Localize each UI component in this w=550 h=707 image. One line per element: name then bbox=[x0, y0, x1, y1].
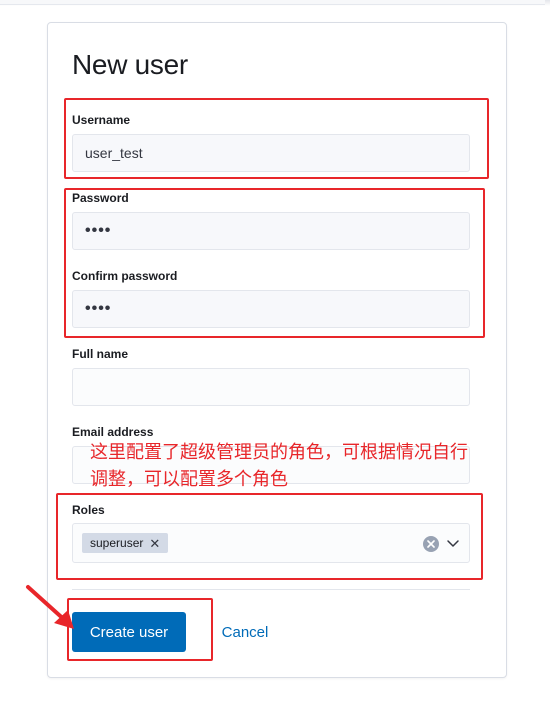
top-bar-edge bbox=[0, 0, 550, 6]
highlight-username bbox=[64, 98, 489, 179]
highlight-password bbox=[64, 188, 485, 338]
full-name-label: Full name bbox=[72, 347, 129, 361]
highlight-create bbox=[67, 598, 213, 661]
form-divider bbox=[72, 589, 470, 590]
annotation-text: 这里配置了超级管理员的角色，可根据情况自行调整，可以配置多个角色 bbox=[90, 442, 468, 490]
cancel-button[interactable]: Cancel bbox=[213, 612, 277, 652]
full-name-input[interactable] bbox=[72, 368, 470, 406]
page-title: New user bbox=[72, 49, 188, 80]
email-label: Email address bbox=[72, 425, 154, 439]
arrow-icon bbox=[26, 585, 74, 629]
highlight-roles bbox=[56, 493, 483, 580]
